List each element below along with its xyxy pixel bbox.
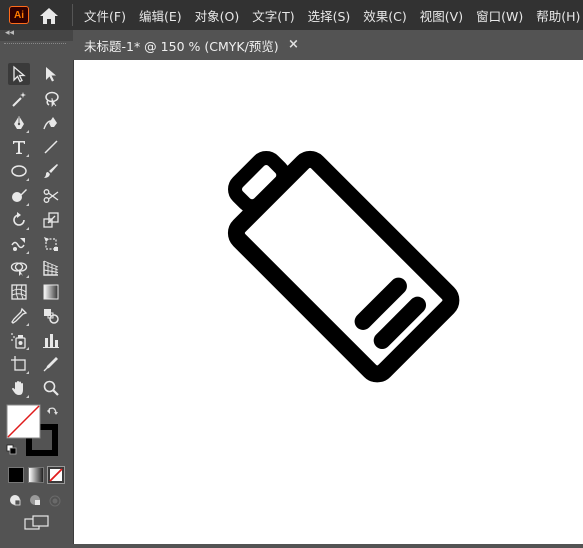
home-icon[interactable]	[39, 7, 59, 25]
tools-panel-header: ◂◂	[0, 28, 73, 41]
mesh-tool-icon[interactable]	[8, 281, 30, 303]
document-tab[interactable]: 未标题-1* @ 150 % (CMYK/预览) ×	[74, 30, 302, 61]
menu-type[interactable]: 文字(T)	[252, 6, 294, 25]
tool-group-indicator	[26, 395, 29, 398]
menu-window[interactable]: 窗口(W)	[476, 6, 523, 25]
tool-group-indicator	[26, 275, 29, 278]
tool-group-indicator	[26, 347, 29, 350]
tool-group-indicator	[26, 178, 29, 181]
menu-object[interactable]: 对象(O)	[195, 6, 240, 25]
curvature-tool-icon[interactable]	[40, 112, 62, 134]
menu-separator	[72, 4, 73, 26]
column-graph-tool-icon[interactable]	[40, 329, 62, 351]
fill-stroke-swatches[interactable]	[5, 402, 63, 460]
menu-help[interactable]: 帮助(H)	[536, 6, 580, 25]
type-tool-icon[interactable]	[8, 136, 30, 158]
tool-group-indicator	[26, 371, 29, 374]
gradient-mode-button[interactable]	[28, 467, 44, 483]
artboard-tool-icon[interactable]	[8, 353, 30, 375]
close-tab-button[interactable]: ×	[288, 37, 299, 52]
direct-selection-tool-icon[interactable]	[40, 63, 62, 85]
tool-group-indicator	[26, 227, 29, 230]
menu-edit[interactable]: 编辑(E)	[139, 6, 182, 25]
free-transform-tool-icon[interactable]	[40, 233, 62, 255]
tool-group-indicator	[26, 203, 29, 206]
menu-items: 文件(F) 编辑(E) 对象(O) 文字(T) 选择(S) 效果(C) 视图(V…	[84, 0, 583, 30]
lasso-tool-icon[interactable]	[40, 88, 62, 110]
selection-tool-icon[interactable]	[8, 63, 30, 85]
artboard-canvas[interactable]	[74, 60, 583, 544]
battery-cap[interactable]	[228, 151, 291, 214]
change-screen-mode-icon[interactable]	[24, 515, 50, 531]
blend-tool-icon[interactable]	[40, 305, 62, 327]
zoom-tool-icon[interactable]	[40, 377, 62, 399]
menu-select[interactable]: 选择(S)	[308, 6, 351, 25]
menu-bar: Ai 文件(F) 编辑(E) 对象(O) 文字(T) 选择(S) 效果(C) 视…	[0, 0, 583, 30]
warp-tool-icon[interactable]	[8, 233, 30, 255]
scissors-tool-icon[interactable]	[40, 185, 62, 207]
line-segment-tool-icon[interactable]	[40, 136, 62, 158]
menu-view[interactable]: 视图(V)	[420, 6, 463, 25]
document-tab-bar: 未标题-1* @ 150 % (CMYK/预览) ×	[74, 30, 583, 61]
shape-builder-tool-icon[interactable]	[8, 257, 30, 279]
panel-grip[interactable]	[4, 43, 66, 46]
magic-wand-tool-icon[interactable]	[8, 88, 30, 110]
tool-group-indicator	[26, 130, 29, 133]
app-logo: Ai	[9, 6, 29, 24]
tools-panel: ◂◂	[0, 28, 73, 544]
eyedropper-tool-icon[interactable]	[8, 305, 30, 327]
collapse-panel-icon[interactable]: ◂◂	[5, 28, 14, 38]
tool-group-indicator	[26, 154, 29, 157]
color-mode-button[interactable]	[8, 467, 24, 483]
menu-effect[interactable]: 效果(C)	[363, 6, 406, 25]
document-tab-title: 未标题-1* @ 150 % (CMYK/预览)	[84, 38, 279, 54]
paintbrush-tool-icon[interactable]	[40, 160, 62, 182]
ellipse-tool-icon[interactable]	[8, 160, 30, 182]
scale-tool-icon[interactable]	[40, 209, 62, 231]
symbol-sprayer-tool-icon[interactable]	[8, 329, 30, 351]
hand-tool-icon[interactable]	[8, 377, 30, 399]
perspective-grid-tool-icon[interactable]	[40, 257, 62, 279]
slice-tool-icon[interactable]	[40, 353, 62, 375]
battery-level-bar[interactable]	[354, 277, 407, 330]
none-mode-button[interactable]	[47, 466, 65, 484]
pen-tool-icon[interactable]	[8, 112, 30, 134]
shaper-tool-icon[interactable]	[8, 185, 30, 207]
rotate-tool-icon[interactable]	[8, 209, 30, 231]
tool-group-indicator	[26, 323, 29, 326]
battery-artwork[interactable]	[74, 60, 583, 544]
menu-file[interactable]: 文件(F)	[84, 6, 126, 25]
tool-group-indicator	[26, 251, 29, 254]
drawing-modes[interactable]	[8, 492, 66, 510]
gradient-tool-icon[interactable]	[40, 281, 62, 303]
